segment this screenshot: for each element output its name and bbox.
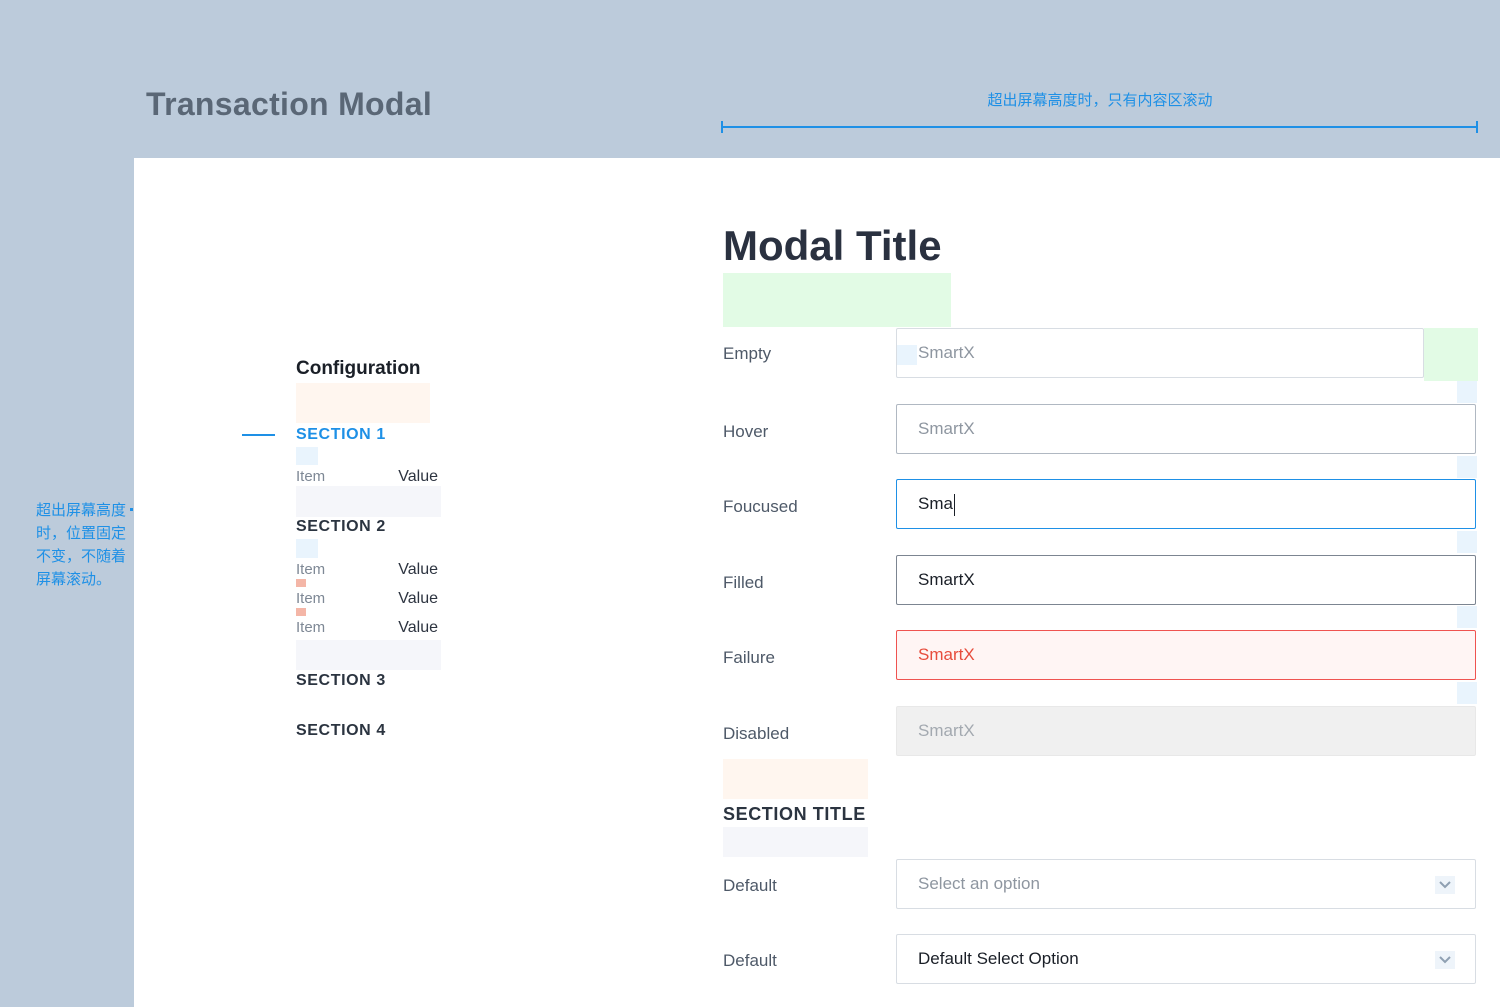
spacing-marker xyxy=(723,827,868,857)
spacing-marker xyxy=(1457,682,1477,704)
select-placeholder-text: Select an option xyxy=(918,874,1040,893)
nav-item-label: Item xyxy=(296,619,326,636)
input-hover[interactable]: SmartX xyxy=(896,404,1476,454)
spacing-marker xyxy=(1457,456,1477,478)
input-filled[interactable]: SmartX xyxy=(896,555,1476,605)
input-disabled: SmartX xyxy=(896,706,1476,756)
spacing-marker xyxy=(1457,531,1477,553)
input-failure[interactable]: SmartX xyxy=(896,630,1476,680)
nav-item-label: Item xyxy=(296,468,326,485)
nav-section-2[interactable]: SECTION 2 xyxy=(296,518,386,536)
measure-cap-left xyxy=(721,121,723,133)
fixed-nav-annotation: 超出屏幕高度时，位置固定不变，不随着屏幕滚动。 xyxy=(36,502,127,588)
chevron-down-icon xyxy=(1435,876,1455,894)
spacing-marker xyxy=(296,383,430,423)
spacing-marker xyxy=(1424,328,1478,381)
spacing-marker xyxy=(296,640,441,670)
page-title: Transaction Modal xyxy=(146,86,433,122)
spacing-marker xyxy=(296,486,441,517)
nav-item-value: Value xyxy=(398,619,438,636)
input-empty[interactable]: SmartX xyxy=(896,328,1424,378)
field-label-focused: Foucused xyxy=(723,497,798,516)
nav-title: Configuration xyxy=(296,358,421,379)
field-label-failure: Failure xyxy=(723,648,775,667)
measure-line xyxy=(721,126,1478,128)
select-value[interactable]: Default Select Option xyxy=(896,934,1476,984)
select-value-text: Default Select Option xyxy=(918,949,1079,968)
nav-section-4[interactable]: SECTION 4 xyxy=(296,722,386,740)
field-label-disabled: Disabled xyxy=(723,724,790,743)
scroll-annotation: 超出屏幕高度时，只有内容区滚动 xyxy=(987,92,1213,109)
nav-section-1[interactable]: SECTION 1 xyxy=(296,426,386,444)
nav-item-label: Item xyxy=(296,561,326,578)
field-label-empty: Empty xyxy=(723,344,772,363)
spacing-marker xyxy=(1457,606,1477,628)
nav-item-value: Value xyxy=(398,561,438,578)
spacing-marker xyxy=(296,447,318,465)
field-label-hover: Hover xyxy=(723,422,769,441)
input-focused[interactable]: Sma xyxy=(896,479,1476,529)
spacing-marker xyxy=(723,273,951,327)
nav-item-label: Item xyxy=(296,590,326,607)
modal-title: Modal Title xyxy=(723,222,942,269)
text-caret xyxy=(953,493,955,516)
field-label-filled: Filled xyxy=(723,573,764,592)
select-label-value: Default xyxy=(723,951,777,970)
section-title: SECTION TITLE xyxy=(723,804,866,824)
nav-active-indicator xyxy=(242,434,275,436)
measure-cap-right xyxy=(1476,121,1478,133)
nav-item-value: Value xyxy=(398,590,438,607)
nav-section-3[interactable]: SECTION 3 xyxy=(296,672,386,690)
select-placeholder[interactable]: Select an option xyxy=(896,859,1476,909)
chevron-down-icon xyxy=(1435,951,1455,969)
spacing-marker xyxy=(296,539,318,558)
spacing-marker xyxy=(296,608,306,616)
spacing-marker xyxy=(723,759,868,799)
spacing-marker xyxy=(897,345,917,365)
select-label-placeholder: Default xyxy=(723,876,777,895)
nav-item-value: Value xyxy=(398,468,438,485)
spacing-marker xyxy=(1457,381,1477,403)
input-focused-text: Sma xyxy=(918,494,953,513)
spacing-marker xyxy=(296,579,306,587)
